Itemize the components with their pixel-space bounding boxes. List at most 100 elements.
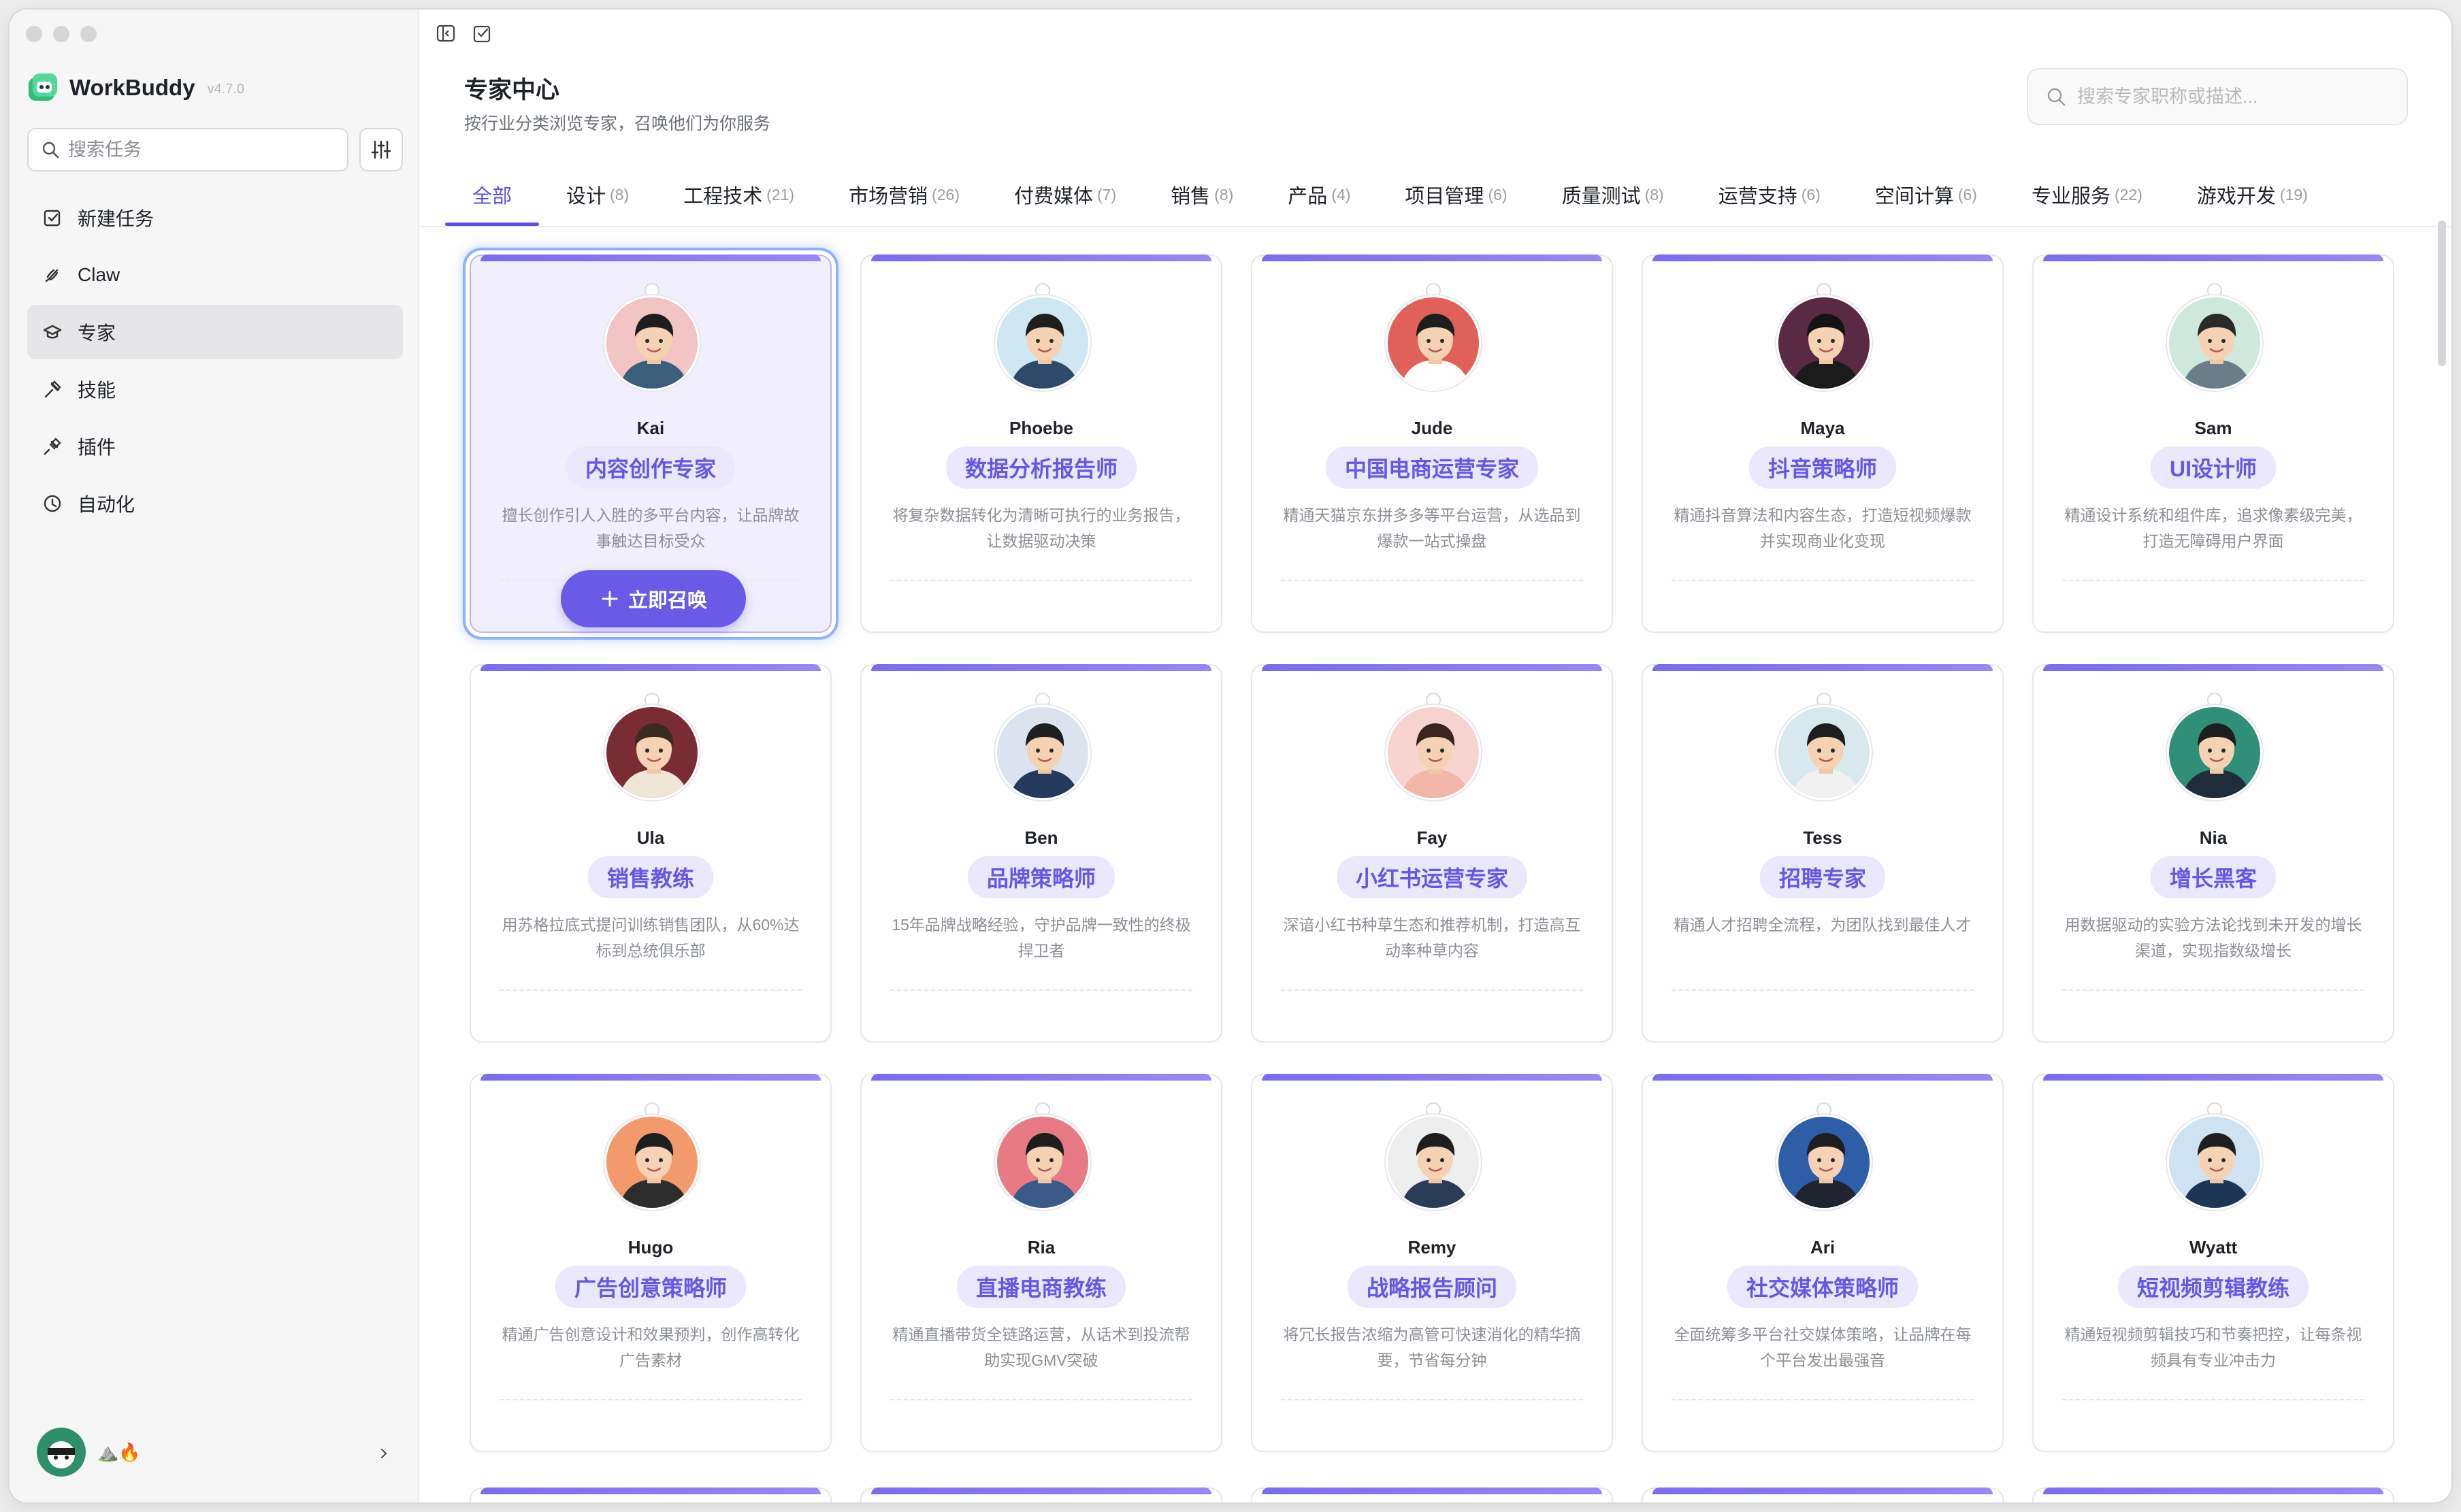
summon-button[interactable]: 立即召唤	[561, 570, 746, 627]
expert-avatar	[1386, 295, 1481, 391]
close-window-button[interactable]	[26, 26, 42, 42]
app-window: WorkBuddy v4.7.0 新建任务	[10, 10, 2451, 1502]
tab-0[interactable]: 全部	[445, 163, 540, 226]
tab-11[interactable]: 专业服务 (22)	[2004, 163, 2170, 226]
task-search-input[interactable]	[68, 139, 327, 161]
expert-search-input[interactable]	[2077, 86, 2390, 108]
tab-label: 工程技术	[683, 186, 763, 208]
expert-name: Maya	[1800, 418, 1845, 438]
expert-description: 精通抖音算法和内容生态，打造短视频爆款并实现商业化变现	[1674, 506, 1972, 550]
tab-5[interactable]: 销售 (8)	[1143, 163, 1260, 226]
filter-button[interactable]	[359, 128, 403, 171]
tab-count: (8)	[1214, 185, 1234, 203]
expert-card[interactable]: Maya 抖音策略师 精通抖音算法和内容生态，打造短视频爆款并实现商业化变现	[1642, 254, 2004, 633]
tab-10[interactable]: 空间计算 (6)	[1848, 163, 2004, 226]
tab-6[interactable]: 产品 (4)	[1260, 163, 1378, 226]
expert-role-badge: 小红书运营专家	[1336, 856, 1528, 898]
expert-card-partial	[1251, 1488, 1613, 1502]
expert-card-partial	[1642, 1488, 2004, 1502]
plugin-icon	[44, 438, 61, 455]
expert-description: 全面统筹多平台社交媒体策略，让品牌在每个平台发出最强音	[1674, 1326, 1972, 1369]
expert-description: 15年品牌战略经验，守护品牌一致性的终极捍卫者	[892, 916, 1191, 959]
expert-grid: Kai 内容创作专家 擅长创作引人入胜的多平台内容，让品牌故事触达目标受众 立即…	[470, 254, 2402, 1452]
clock-icon	[44, 495, 61, 512]
sidebar-item-label: 新建任务	[78, 208, 154, 229]
expert-card[interactable]: Ben 品牌策略师 15年品牌战略经验，守护品牌一致性的终极捍卫者	[860, 664, 1222, 1042]
sidebar-item-label: 专家	[78, 323, 116, 344]
expert-name: Nia	[2199, 827, 2228, 848]
avatar[interactable]	[37, 1428, 86, 1477]
expert-card[interactable]: Kai 内容创作专家 擅长创作引人入胜的多平台内容，让品牌故事触达目标受众 立即…	[470, 254, 832, 633]
expert-card[interactable]: Ula 销售教练 用苏格拉底式提问训练销售团队，从60%达标到总统俱乐部	[470, 664, 832, 1042]
expert-card[interactable]: Tess 招聘专家 精通人才招聘全流程，为团队找到最佳人才	[1642, 664, 2004, 1042]
expert-avatar	[1386, 1115, 1481, 1210]
expert-card[interactable]: Remy 战略报告顾问 将冗长报告浓缩为高管可快速消化的精华摘要，节省每分钟	[1251, 1074, 1613, 1452]
tab-label: 全部	[472, 186, 512, 208]
tab-4[interactable]: 付费媒体 (7)	[987, 163, 1143, 226]
minimize-window-button[interactable]	[53, 26, 69, 42]
tab-2[interactable]: 工程技术 (21)	[656, 163, 821, 226]
expert-description: 擅长创作引人入胜的多平台内容，让品牌故事触达目标受众	[502, 506, 800, 550]
zoom-window-button[interactable]	[80, 26, 97, 42]
expert-name: Ria	[1027, 1237, 1056, 1258]
tab-label: 专业服务	[2031, 186, 2110, 208]
expert-card[interactable]: Hugo 广告创意策略师 精通广告创意设计和效果预判，创作高转化广告素材	[470, 1074, 832, 1452]
new-task-icon[interactable]	[472, 23, 493, 44]
chevron-right-icon[interactable]	[377, 1447, 391, 1460]
sidebar-item-skills[interactable]: 技能	[27, 362, 403, 416]
expert-role-badge: 战略报告顾问	[1347, 1266, 1517, 1308]
tab-count: (19)	[2279, 185, 2308, 203]
sidebar-item-experts[interactable]: 专家	[27, 305, 403, 359]
tab-12[interactable]: 游戏开发 (19)	[2170, 163, 2335, 226]
expert-card[interactable]: Nia 增长黑客 用数据驱动的实验方法论找到未开发的增长渠道，实现指数级增长	[2032, 664, 2394, 1042]
expert-avatar	[1776, 705, 1872, 800]
user-profile[interactable]: ⛰️🔥	[37, 1428, 141, 1477]
tab-label: 游戏开发	[2196, 186, 2276, 208]
scrollbar[interactable]	[2438, 220, 2446, 366]
sidebar-item-new-task[interactable]: 新建任务	[27, 191, 403, 245]
expert-card-partial	[2032, 1488, 2394, 1502]
tab-label: 运营支持	[1718, 186, 1797, 208]
expert-name: Ula	[636, 827, 665, 848]
task-search	[27, 128, 348, 171]
sliders-icon	[371, 140, 391, 159]
card-divider	[2062, 580, 2364, 581]
page-subtitle: 按行业分类浏览专家，召唤他们为你服务	[464, 114, 771, 133]
expert-name: Remy	[1407, 1237, 1456, 1258]
expert-name: Ari	[1810, 1237, 1836, 1258]
expert-card[interactable]: Sam UI设计师 精通设计系统和组件库，追求像素级完美，打造无障碍用户界面	[2032, 254, 2394, 633]
tab-9[interactable]: 运营支持 (6)	[1691, 163, 1848, 226]
sidebar-nav: 新建任务 Claw 专家 技能 插件 自动化	[27, 191, 403, 533]
tab-count: (8)	[1644, 185, 1664, 203]
tab-label: 项目管理	[1405, 186, 1484, 208]
summon-label: 立即召唤	[628, 590, 707, 612]
search-icon	[2047, 88, 2066, 106]
tab-count: (8)	[610, 185, 630, 203]
sidebar-item-plugins[interactable]: 插件	[27, 419, 403, 474]
expert-card[interactable]: Phoebe 数据分析报告师 将复杂数据转化为清晰可执行的业务报告，让数据驱动决…	[860, 254, 1222, 633]
tab-count: (4)	[1331, 185, 1351, 203]
expert-role-badge: 短视频剪辑教练	[2117, 1266, 2309, 1308]
next-row-peek	[470, 1488, 2394, 1502]
tab-8[interactable]: 质量测试 (8)	[1535, 163, 1691, 226]
expert-name: Ben	[1024, 827, 1058, 848]
expert-card[interactable]: Jude 中国电商运营专家 精通天猫京东拼多多等平台运营，从选品到爆款一站式操盘	[1251, 254, 1613, 633]
expert-role-badge: 销售教练	[587, 856, 714, 898]
search-icon	[42, 142, 59, 159]
expert-name: Sam	[2194, 418, 2232, 438]
card-divider	[1672, 580, 1974, 581]
tab-1[interactable]: 设计 (8)	[539, 163, 656, 226]
expert-role-badge: UI设计师	[2150, 446, 2277, 489]
tab-3[interactable]: 市场营销 (26)	[821, 163, 987, 226]
tab-count: (6)	[1488, 185, 1507, 203]
expert-card[interactable]: Fay 小红书运营专家 深谙小红书种草生态和推荐机制，打造高互动率种草内容	[1251, 664, 1613, 1042]
sidebar-item-automation[interactable]: 自动化	[27, 476, 403, 531]
sidebar-item-label: 插件	[78, 437, 116, 458]
expert-card[interactable]: Wyatt 短视频剪辑教练 精通短视频剪辑技巧和节奏把控，让每条视频具有专业冲击…	[2032, 1074, 2394, 1452]
expert-card[interactable]: Ari 社交媒体策略师 全面统筹多平台社交媒体策略，让品牌在每个平台发出最强音	[1642, 1074, 2004, 1452]
toggle-sidebar-icon[interactable]	[436, 23, 456, 44]
sidebar-item-claw[interactable]: Claw	[27, 248, 403, 302]
tab-7[interactable]: 项目管理 (6)	[1378, 163, 1534, 226]
expert-card[interactable]: Ria 直播电商教练 精通直播带货全链路运营，从话术到投流帮助实现GMV突破	[860, 1074, 1222, 1452]
expert-role-badge: 中国电商运营专家	[1325, 446, 1539, 489]
